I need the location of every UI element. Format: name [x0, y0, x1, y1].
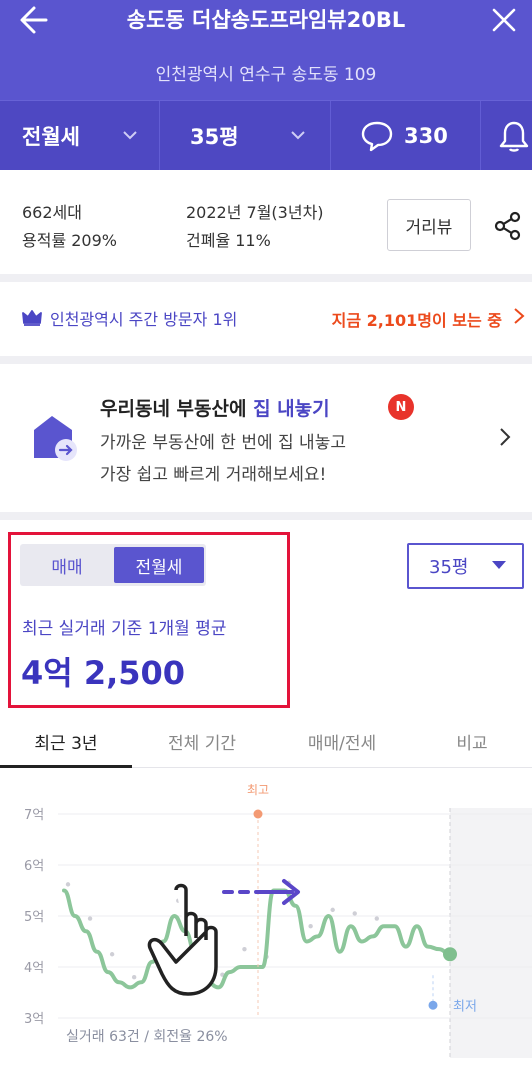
- tab-compare[interactable]: 비교: [412, 714, 532, 768]
- viewing-now: 지금 2,101명이 보는 중: [331, 311, 502, 330]
- size-select[interactable]: 35평: [407, 543, 524, 589]
- price-section: 매매 전월세 35평 최근 실거래 기준 1개월 평균 4억 2,500 최근 …: [0, 520, 532, 1068]
- filter-bar: 전월세 35평 330: [0, 100, 532, 171]
- app-header: 송도동 더샵송도프라임뷰20BL 인천광역시 연수구 송도동 109 전월세 3…: [0, 0, 532, 171]
- toggle-sale[interactable]: 매매: [20, 544, 114, 586]
- deal-dot: [374, 916, 379, 921]
- chevron-right-icon: [514, 308, 525, 324]
- complex-info: 662세대 용적률 209% 2022년 7월(3년차) 건폐율 11% 거리뷰: [0, 170, 532, 274]
- chart-future-area: [450, 808, 532, 1058]
- completion-date: 2022년 7월(3년차): [186, 203, 324, 222]
- new-badge: N: [388, 394, 414, 420]
- deal-type-dropdown[interactable]: 전월세: [22, 101, 158, 171]
- visitor-banner[interactable]: 인천광역시 주간 방문자 1위 지금 2,101명이 보는 중: [0, 282, 532, 356]
- size-select-value: 35평: [429, 557, 469, 578]
- tab-recent-3y[interactable]: 최근 3년: [0, 714, 132, 768]
- size-label: 35평: [190, 125, 239, 149]
- comment-count: 330: [404, 124, 448, 148]
- bell-icon: [499, 121, 529, 152]
- deal-dot: [131, 975, 137, 980]
- deal-dot: [308, 924, 313, 929]
- visitor-rank: 인천광역시 주간 방문자 1위: [50, 310, 238, 329]
- deal-dot: [352, 911, 357, 916]
- house-arrow-icon: [34, 416, 77, 461]
- y-tick-label: 6억: [24, 859, 44, 874]
- tab-all-period[interactable]: 전체 기간: [132, 714, 272, 768]
- caret-down-icon: [492, 561, 506, 569]
- promo-line-1: 가까운 부동산에 한 번에 집 내놓고: [100, 433, 346, 453]
- deal-dot: [65, 882, 71, 887]
- average-price: 4억 2,500: [21, 654, 186, 692]
- toggle-rent[interactable]: 전월세: [114, 547, 204, 583]
- max-point: [253, 809, 263, 819]
- floor-area-ratio: 용적률 209%: [22, 231, 117, 250]
- chevron-right-icon: [500, 428, 511, 446]
- deal-dot: [242, 946, 247, 952]
- deal-type-toggle: 매매 전월세: [20, 544, 206, 586]
- chart-tabs: 최근 3년 전체 기간 매매/전세 비교: [0, 714, 532, 768]
- chart-footer: 실거래 63건 / 회전율 26%: [66, 1029, 228, 1045]
- chevron-down-icon: [291, 131, 305, 140]
- y-tick-label: 7억: [24, 808, 44, 823]
- building-coverage: 건폐율 11%: [186, 231, 271, 250]
- deal-type-label: 전월세: [22, 125, 80, 149]
- swipe-arrow-icon: [222, 879, 300, 905]
- chat-bubble-icon: [361, 121, 393, 152]
- promo-line-2: 가장 쉽고 빠르게 거래해보세요!: [100, 465, 327, 485]
- deal-dot: [87, 916, 93, 921]
- distance-view-button[interactable]: 거리뷰: [387, 199, 471, 251]
- min-label: 최저: [453, 999, 477, 1014]
- promo-title: 우리동네 부동산에: [100, 398, 254, 420]
- deal-dot: [330, 907, 335, 913]
- y-tick-label: 3억: [24, 1012, 44, 1027]
- share-icon[interactable]: [492, 210, 524, 242]
- chevron-down-icon: [123, 131, 137, 140]
- close-icon[interactable]: [486, 2, 522, 38]
- notification-button[interactable]: [498, 101, 532, 171]
- price-chart[interactable]: 7억 6억 5억 4억 3억 최고최저 실거래 63건 / 회전율 26%: [0, 768, 532, 1068]
- size-dropdown[interactable]: 35평: [190, 101, 316, 171]
- deal-dot: [109, 952, 115, 957]
- swipe-hand-icon: [147, 883, 218, 996]
- tab-sale-jeonse[interactable]: 매매/전세: [272, 714, 412, 768]
- max-label: 최고: [247, 783, 269, 797]
- listing-promo[interactable]: 우리동네 부동산에 집 내놓기 N 가까운 부동산에 한 번에 집 내놓고 가장…: [0, 364, 532, 512]
- promo-title-highlight: 집 내놓기: [253, 398, 330, 420]
- complex-address: 인천광역시 연수구 송도동 109: [155, 65, 377, 85]
- current-point: [443, 947, 457, 962]
- y-tick-label: 5억: [24, 910, 44, 925]
- average-label: 최근 실거래 기준 1개월 평균: [22, 619, 227, 639]
- min-point: [428, 1000, 438, 1010]
- complex-title: 송도동 더샵송도프라임뷰20BL: [126, 8, 406, 32]
- series-line: [62, 888, 452, 990]
- y-tick-label: 4억: [24, 961, 44, 976]
- households: 662세대: [22, 203, 82, 222]
- crown-icon: [22, 310, 42, 326]
- comments-button[interactable]: 330: [360, 101, 470, 171]
